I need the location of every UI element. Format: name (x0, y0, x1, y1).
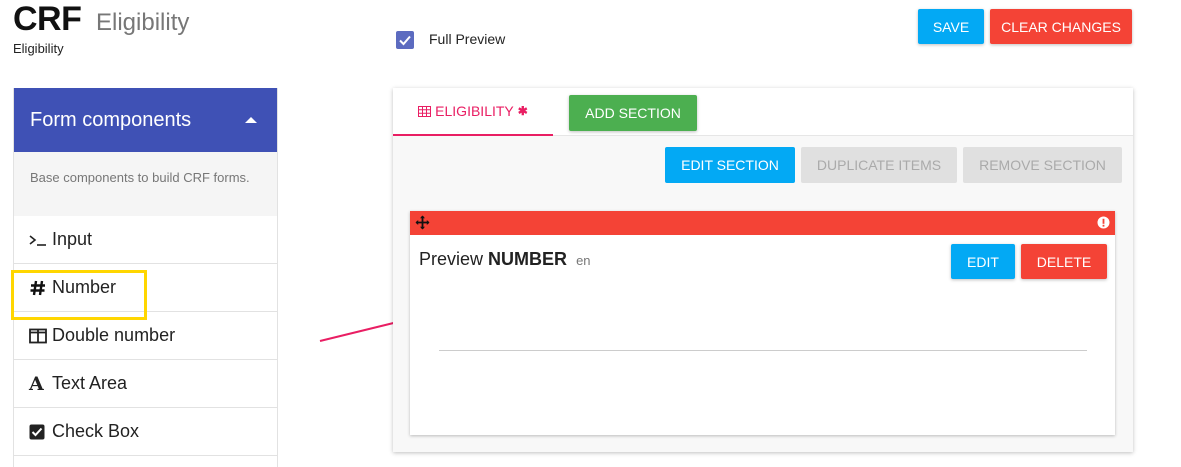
check-square-icon (29, 424, 49, 440)
terminal-icon (29, 233, 49, 247)
preview-lang: en (576, 253, 591, 268)
page-small-title: Eligibility (13, 41, 64, 56)
duplicate-items-button[interactable]: DUPLICATE ITEMS (801, 147, 957, 183)
alert-icon (1097, 216, 1110, 229)
preview-title: Preview NUMBER en (419, 249, 591, 270)
component-label: Double number (52, 325, 176, 345)
component-text-area[interactable]: A Text Area (14, 360, 277, 408)
drag-bar[interactable] (410, 211, 1115, 235)
panel-description: Base components to build CRF forms. (14, 152, 277, 216)
form-components-title: Form components (30, 108, 192, 131)
component-card: Preview NUMBER en EDIT DELETE (410, 211, 1115, 435)
save-button[interactable]: SAVE (918, 9, 984, 44)
form-components-header[interactable]: Form components (14, 88, 277, 152)
number-input-line[interactable] (439, 350, 1087, 351)
clear-changes-button[interactable]: CLEAR CHANGES (990, 9, 1132, 44)
delete-button[interactable]: DELETE (1021, 244, 1107, 279)
table-icon (418, 105, 432, 117)
tab-label: ELIGIBILITY (435, 103, 514, 119)
move-icon[interactable] (415, 215, 430, 230)
full-preview-label: Full Preview (429, 31, 506, 47)
edit-section-button[interactable]: EDIT SECTION (665, 147, 795, 183)
required-star-icon: ✱ (517, 104, 528, 118)
component-check-box[interactable]: Check Box (14, 408, 277, 456)
columns-icon (29, 328, 49, 344)
page-title: CRF (13, 0, 82, 38)
page-subtitle: Eligibility (96, 9, 190, 36)
section-tab-bar: ELIGIBILITY ✱ ADD SECTION (393, 88, 1133, 136)
preview-prefix: Preview (419, 249, 484, 269)
form-builder-area: ELIGIBILITY ✱ ADD SECTION EDIT SECTION D… (393, 88, 1133, 452)
remove-section-button[interactable]: REMOVE SECTION (963, 147, 1122, 183)
full-preview-checkbox[interactable] (396, 31, 414, 49)
edit-button[interactable]: EDIT (951, 244, 1015, 279)
checkmark-icon (399, 35, 411, 46)
preview-type: NUMBER (488, 249, 568, 269)
add-section-button[interactable]: ADD SECTION (569, 95, 697, 131)
highlight-box (11, 270, 147, 320)
component-input[interactable]: Input (14, 216, 277, 264)
component-label: Check Box (52, 421, 140, 441)
caret-up-icon (245, 117, 257, 123)
font-icon: A (29, 372, 44, 395)
component-label: Input (52, 229, 93, 249)
tab-eligibility[interactable]: ELIGIBILITY ✱ (393, 88, 553, 136)
component-label: Text Area (52, 373, 128, 393)
